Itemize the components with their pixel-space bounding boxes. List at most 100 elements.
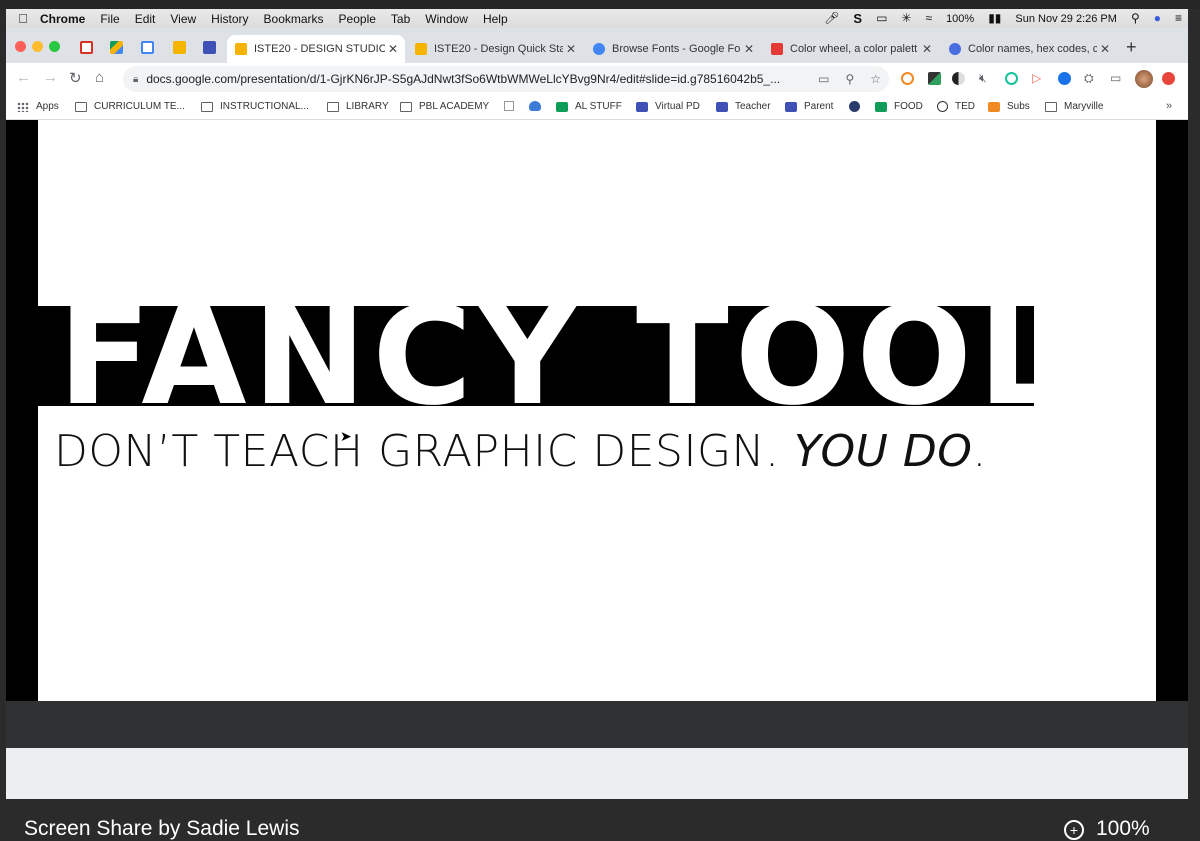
apple-icon[interactable]: : [6, 11, 40, 26]
bookmark-instructional[interactable]: INSTRUCTIONAL...: [201, 101, 309, 112]
zoom-in-icon[interactable]: +: [1064, 820, 1084, 840]
close-icon[interactable]: ✕: [563, 42, 579, 56]
microphone-icon[interactable]: 🎤︎: [824, 9, 839, 28]
extensions-puzzle-icon[interactable]: ⛭: [1084, 71, 1094, 86]
bookmark-food[interactable]: FOOD: [875, 101, 923, 112]
zoom-level[interactable]: 100%: [1096, 817, 1150, 841]
menu-file[interactable]: File: [100, 12, 119, 26]
forms-icon: [716, 101, 728, 112]
bookmarks-overflow-icon[interactable]: »: [1166, 100, 1172, 112]
bookmark-curriculum[interactable]: CURRICULUM TE...: [75, 101, 185, 112]
extension-color-picker-icon[interactable]: [928, 72, 941, 85]
tab-strip: ISTE20 - DESIGN STUDIO ✕ ISTE20 - Design…: [6, 28, 1188, 63]
new-tab-button[interactable]: +: [1126, 37, 1137, 58]
menu-bookmarks[interactable]: Bookmarks: [264, 12, 324, 26]
menu-app-name[interactable]: Chrome: [40, 12, 85, 26]
pinned-tab-forms[interactable]: [203, 41, 216, 54]
color-names-icon: [949, 43, 961, 55]
bookmark-maryville[interactable]: Maryville: [1045, 101, 1103, 112]
extension-red-icon[interactable]: [1162, 72, 1175, 85]
back-icon[interactable]: ←: [16, 69, 31, 86]
close-icon[interactable]: ✕: [741, 42, 757, 56]
forward-icon[interactable]: →: [43, 69, 58, 86]
menu-clock[interactable]: Sun Nov 29 2:26 PM: [1015, 13, 1117, 25]
forms-icon: [636, 101, 648, 112]
pinned-tab-calendar[interactable]: [141, 41, 154, 54]
extension-screencast-icon[interactable]: ▷: [1032, 71, 1041, 85]
bookmark-parent[interactable]: Parent: [785, 101, 833, 112]
tab-design-studio[interactable]: ISTE20 - DESIGN STUDIO ✕: [227, 35, 405, 63]
reload-icon[interactable]: ↻: [69, 69, 82, 87]
tab-google-fonts[interactable]: Browse Fonts - Google Fo ✕: [585, 35, 761, 63]
mute-tab-icon[interactable]: 🔇︎: [979, 71, 987, 86]
bookmark-apps[interactable]: Apps: [17, 101, 59, 112]
slides-icon: [235, 43, 247, 55]
presentation-area: FANCY TOOLS DON’T TEACH GRAPHIC DESIGN. …: [6, 120, 1188, 701]
minimize-window-button[interactable]: [32, 41, 43, 52]
cast-icon[interactable]: ▭: [1110, 71, 1121, 85]
sheets-icon: [875, 101, 887, 112]
menu-people[interactable]: People: [339, 12, 376, 26]
menu-edit[interactable]: Edit: [135, 12, 156, 26]
tab-color-names[interactable]: Color names, hex codes, c ✕: [941, 35, 1117, 63]
folder-icon: [201, 101, 213, 112]
menu-help[interactable]: Help: [483, 12, 508, 26]
extension-grammarly-icon[interactable]: [1005, 72, 1018, 85]
extension-dark-mode-icon[interactable]: [952, 72, 965, 85]
bluetooth-icon[interactable]: ✳: [901, 9, 911, 28]
subtitle-italic: YOU DO: [793, 426, 973, 477]
bookmark-library[interactable]: LIBRARY: [327, 101, 389, 112]
bookmark-star-icon[interactable]: ☆: [870, 72, 881, 86]
bookmarks-bar: Apps CURRICULUM TE... INSTRUCTIONAL... L…: [6, 95, 1188, 120]
cloud-icon: [529, 101, 541, 111]
profile-avatar[interactable]: [1135, 70, 1153, 88]
extension-b-icon[interactable]: [901, 72, 914, 85]
wifi-icon[interactable]: ≈: [925, 9, 932, 28]
spotlight-search-icon[interactable]: ⚲: [1131, 9, 1140, 28]
tab-design-quick-start[interactable]: ISTE20 - Design Quick Sta ✕: [407, 35, 583, 63]
cast-tab-icon[interactable]: ▭: [818, 72, 829, 86]
bookmark-m[interactable]: [849, 101, 867, 112]
home-icon[interactable]: ⌂: [95, 69, 104, 86]
menu-history[interactable]: History: [211, 12, 248, 26]
s-app-icon[interactable]: S: [853, 9, 862, 28]
close-icon[interactable]: ✕: [1097, 42, 1113, 56]
subs-icon: [988, 101, 1000, 112]
browser-toolbar: ← → ↻ ⌂ 🔒︎ docs.google.com/presentation/…: [6, 63, 1188, 95]
zoom-page-icon[interactable]: ⚲: [845, 72, 854, 86]
apps-grid-icon: [17, 101, 29, 112]
close-icon[interactable]: ✕: [919, 42, 935, 56]
close-window-button[interactable]: [15, 41, 26, 52]
airplay-icon[interactable]: ▭: [876, 9, 887, 28]
bookmark-cloud[interactable]: [529, 101, 548, 111]
pinned-tab-drive[interactable]: [110, 41, 123, 54]
bookmark-ted[interactable]: TED: [937, 101, 975, 112]
menu-window[interactable]: Window: [425, 12, 468, 26]
screen-share-label: Screen Share by Sadie Lewis: [24, 817, 300, 840]
pinned-tab-keep[interactable]: [173, 41, 186, 54]
bookmark-virtual-pd[interactable]: Virtual PD: [636, 101, 700, 112]
folder-icon: [327, 101, 339, 112]
battery-icon[interactable]: ▮▮: [988, 9, 1001, 28]
menu-tab[interactable]: Tab: [391, 12, 410, 26]
menu-view[interactable]: View: [170, 12, 196, 26]
user-icon[interactable]: ●: [1154, 9, 1161, 28]
zoom-window-button[interactable]: [49, 41, 60, 52]
lock-icon[interactable]: 🔒︎: [133, 74, 138, 85]
bookmark-al-stuff[interactable]: AL STUFF: [556, 101, 622, 112]
page-icon: [504, 101, 514, 111]
battery-percent: 100%: [946, 12, 975, 25]
bookmark-page[interactable]: [504, 101, 521, 111]
close-icon[interactable]: ✕: [385, 42, 401, 56]
slide-title: FANCY TOOLS: [58, 292, 1038, 422]
tab-color-wheel[interactable]: Color wheel, a color palett ✕: [763, 35, 939, 63]
notification-center-icon[interactable]: ≡: [1175, 9, 1182, 28]
bookmark-teacher[interactable]: Teacher: [716, 101, 771, 112]
bookmark-subs[interactable]: Subs: [988, 101, 1030, 112]
address-bar[interactable]: 🔒︎ docs.google.com/presentation/d/1-GjrK…: [123, 66, 889, 92]
bookmark-pbl-academy[interactable]: PBL ACADEMY: [400, 101, 489, 112]
mac-menu-bar:  Chrome File Edit View History Bookmark…: [6, 9, 1188, 28]
extension-blue-icon[interactable]: [1058, 72, 1071, 85]
pinned-tab-gmail[interactable]: [80, 41, 93, 54]
url-text[interactable]: docs.google.com/presentation/d/1-GjrKN6r…: [146, 72, 810, 86]
